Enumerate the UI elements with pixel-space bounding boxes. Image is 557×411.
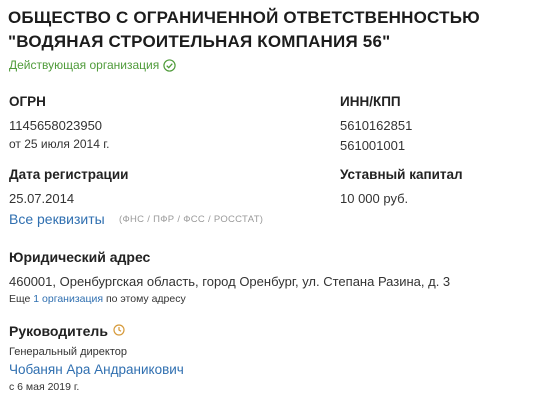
address-orgs-link[interactable]: 1 организация xyxy=(33,293,103,305)
ogrn-date: от 25 июля 2014 г. xyxy=(9,137,110,151)
address-more-suffix: по этому адресу xyxy=(105,293,186,305)
registration-label: Дата регистрации xyxy=(9,167,129,182)
ogrn-value: 1145658023950 xyxy=(9,118,103,133)
address-value: 460001, Оренбургская область, город Орен… xyxy=(9,274,451,289)
ogrn-label: ОГРН xyxy=(9,94,46,109)
inn-kpp-label: ИНН/КПП xyxy=(340,94,401,109)
all-requisites-link[interactable]: Все реквизиты xyxy=(9,211,105,227)
director-label: Руководитель xyxy=(9,323,108,339)
director-position: Генеральный директор xyxy=(9,346,127,358)
check-circle-icon xyxy=(163,58,176,72)
director-header: Руководитель xyxy=(9,323,125,339)
company-title: ОБЩЕСТВО С ОГРАНИЧЕННОЙ ОТВЕТСТВЕННОСТЬЮ… xyxy=(8,8,480,51)
registration-value: 25.07.2014 xyxy=(9,191,75,206)
director-name-link[interactable]: Чобанян Ара Андраникович xyxy=(9,362,184,377)
capital-value: 10 000 руб. xyxy=(340,191,409,206)
capital-label: Уставный капитал xyxy=(340,167,463,182)
requisites-sources: (ФНС / ПФР / ФСС / РОССТАТ) xyxy=(119,214,264,225)
address-more-prefix: Еще xyxy=(9,293,31,305)
company-status: Действующая организация xyxy=(9,58,176,72)
status-label: Действующая организация xyxy=(9,58,160,72)
address-more: Еще 1 организация по этому адресу xyxy=(9,293,186,305)
inn-value: 5610162851 xyxy=(340,118,413,133)
clock-icon[interactable] xyxy=(113,323,125,339)
director-since: с 6 мая 2019 г. xyxy=(9,381,80,393)
kpp-value: 561001001 xyxy=(340,138,406,153)
address-label: Юридический адрес xyxy=(9,249,151,265)
